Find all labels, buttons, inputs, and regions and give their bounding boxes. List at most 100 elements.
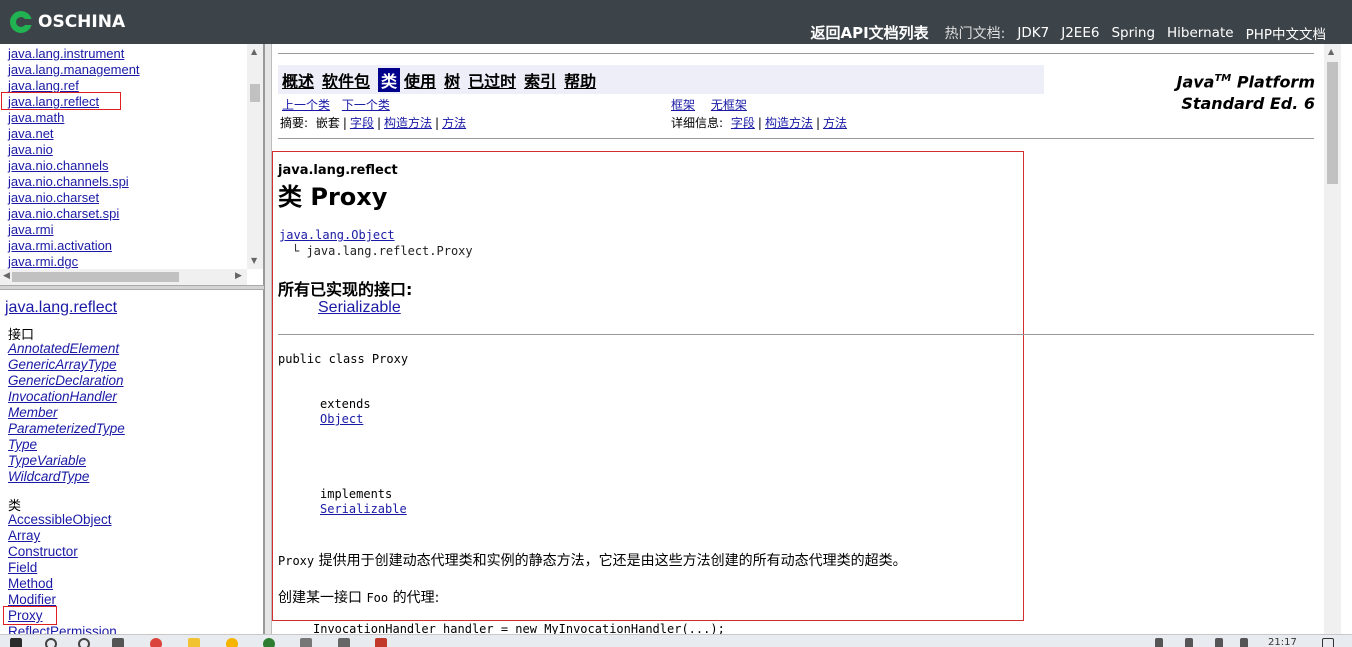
- search-icon[interactable]: [45, 638, 57, 647]
- file-explorer-icon[interactable]: [188, 638, 200, 647]
- nav-help[interactable]: 帮助: [564, 68, 596, 92]
- main-vertical-scrollbar[interactable]: ▲: [1324, 44, 1341, 634]
- no-frames-link[interactable]: 无框架: [711, 98, 747, 112]
- browser-icon[interactable]: [150, 638, 162, 647]
- detail-method-link[interactable]: 方法: [823, 116, 847, 130]
- volume-icon[interactable]: [1215, 638, 1223, 647]
- scroll-down-icon[interactable]: ▼: [251, 256, 257, 265]
- summary-field-link[interactable]: 字段: [350, 116, 374, 130]
- scroll-left-icon[interactable]: ◀: [3, 271, 10, 281]
- scroll-up-icon[interactable]: ▲: [251, 47, 257, 56]
- interface-link[interactable]: GenericDeclaration: [8, 373, 125, 389]
- proxy-example-intro: 创建某一接口 Foo 的代理:: [278, 587, 439, 607]
- code-example-line: InvocationHandler handler = new MyInvoca…: [313, 622, 725, 634]
- cortana-icon[interactable]: [78, 638, 90, 647]
- summary-nested: 嵌套: [315, 116, 340, 130]
- package-vertical-scrollbar[interactable]: ▲ ▼: [247, 44, 263, 269]
- package-link[interactable]: java.net: [8, 126, 140, 142]
- class-link[interactable]: Method: [8, 576, 117, 592]
- package-link[interactable]: java.lang.management: [8, 62, 140, 78]
- tray-chevron-icon[interactable]: [1155, 638, 1163, 647]
- package-link[interactable]: java.nio.charset.spi: [8, 206, 140, 222]
- scroll-thumb[interactable]: [12, 272, 179, 282]
- desc-code: Proxy: [278, 554, 315, 568]
- inherit-object-link[interactable]: java.lang.Object: [279, 228, 395, 242]
- package-title-link[interactable]: java.lang.reflect: [5, 299, 117, 317]
- summary-constructor-link[interactable]: 构造方法: [384, 116, 432, 130]
- interface-link[interactable]: InvocationHandler: [8, 389, 125, 405]
- app-icon[interactable]: [375, 638, 387, 647]
- interface-link[interactable]: TypeVariable: [8, 453, 125, 469]
- interface-link[interactable]: WildcardType: [8, 469, 125, 485]
- nav-class-active: 类: [378, 67, 401, 92]
- hot-doc-spring[interactable]: Spring: [1111, 25, 1155, 41]
- nav-tree[interactable]: 树: [444, 68, 460, 92]
- scroll-right-icon[interactable]: ▶: [235, 271, 242, 281]
- package-link[interactable]: java.nio: [8, 142, 140, 158]
- interface-link[interactable]: AnnotatedElement: [8, 341, 125, 357]
- package-list: java.lang.instrument java.lang.managemen…: [8, 46, 140, 270]
- divider: [278, 53, 1314, 54]
- brand-tm: TM: [1214, 73, 1232, 84]
- top-nav: 返回API文档列表 热门文档: JDK7 J2EE6 Spring Hibern…: [810, 22, 1326, 43]
- hot-doc-php[interactable]: PHP中文文档: [1246, 23, 1326, 43]
- app-icon[interactable]: [226, 638, 238, 647]
- nav-overview[interactable]: 概述: [282, 68, 314, 92]
- scroll-up-icon[interactable]: ▲: [1328, 47, 1334, 56]
- input-method-icon[interactable]: [1240, 638, 1248, 647]
- nav-deprecated[interactable]: 已过时: [468, 68, 516, 92]
- package-link[interactable]: java.rmi: [8, 222, 140, 238]
- network-icon[interactable]: [1185, 638, 1193, 647]
- vertical-frame-divider[interactable]: [264, 44, 272, 647]
- class-link[interactable]: Field: [8, 560, 117, 576]
- package-link[interactable]: java.nio.channels: [8, 158, 140, 174]
- interface-link[interactable]: ParameterizedType: [8, 421, 125, 437]
- frames-link[interactable]: 框架: [671, 98, 695, 112]
- settings-icon[interactable]: [338, 638, 350, 647]
- implements-serializable-link[interactable]: Serializable: [320, 502, 407, 516]
- class-doc-frame: 概述 软件包 类 使用 树 已过时 索引 帮助 JavaTM Platform …: [272, 44, 1324, 634]
- hot-docs-label: 热门文档:: [944, 25, 1006, 42]
- notification-icon[interactable]: [1322, 638, 1334, 647]
- summary-nav: 摘要: 嵌套 | 字段 | 构造方法 | 方法: [280, 116, 467, 130]
- class-link[interactable]: AccessibleObject: [8, 512, 117, 528]
- serializable-interface-link[interactable]: Serializable: [318, 299, 401, 317]
- brand-java: Java: [1176, 72, 1215, 92]
- extends-object-link[interactable]: Object: [320, 412, 363, 426]
- detail-constructor-link[interactable]: 构造方法: [765, 116, 813, 130]
- package-link[interactable]: java.nio.channels.spi: [8, 174, 140, 190]
- summary-method-link[interactable]: 方法: [442, 116, 466, 130]
- interface-link[interactable]: Member: [8, 405, 125, 421]
- package-link[interactable]: java.rmi.activation: [8, 238, 140, 254]
- oschina-logo[interactable]: OSCHINA: [10, 9, 125, 35]
- hot-doc-j2ee6[interactable]: J2EE6: [1061, 25, 1099, 41]
- window-edge: [1341, 44, 1352, 634]
- hot-doc-hibernate[interactable]: Hibernate: [1167, 25, 1234, 41]
- scroll-thumb[interactable]: [1327, 62, 1338, 184]
- next-class-link[interactable]: 下一个类: [342, 98, 390, 112]
- package-horizontal-scrollbar[interactable]: ◀ ▶: [0, 269, 247, 285]
- prev-class-link[interactable]: 上一个类: [282, 98, 330, 112]
- hot-doc-jdk7[interactable]: JDK7: [1017, 25, 1049, 41]
- nav-package[interactable]: 软件包: [322, 68, 370, 92]
- nav-use[interactable]: 使用: [404, 68, 436, 92]
- package-link[interactable]: java.rmi.dgc: [8, 254, 140, 270]
- desc-text: 提供用于创建动态代理类和实例的静态方法，它还是由这些方法创建的所有动态代理类的超…: [314, 553, 907, 569]
- app-icon[interactable]: [263, 638, 275, 647]
- app-icon[interactable]: [300, 638, 312, 647]
- class-link[interactable]: Array: [8, 528, 117, 544]
- task-view-icon[interactable]: [112, 638, 124, 647]
- detail-field-link[interactable]: 字段: [731, 116, 755, 130]
- start-icon[interactable]: [10, 638, 22, 647]
- interface-link[interactable]: GenericArrayType: [8, 357, 125, 373]
- site-header: OSCHINA 返回API文档列表 热门文档: JDK7 J2EE6 Sprin…: [0, 0, 1352, 44]
- class-link[interactable]: Constructor: [8, 544, 117, 560]
- back-to-api-list-link[interactable]: 返回API文档列表: [810, 22, 928, 43]
- interface-link[interactable]: Type: [8, 437, 125, 453]
- clock[interactable]: 21:17: [1268, 637, 1297, 647]
- scroll-thumb[interactable]: [250, 84, 260, 102]
- package-link[interactable]: java.math: [8, 110, 140, 126]
- package-link[interactable]: java.lang.instrument: [8, 46, 140, 62]
- nav-index[interactable]: 索引: [524, 68, 556, 92]
- package-link[interactable]: java.nio.charset: [8, 190, 140, 206]
